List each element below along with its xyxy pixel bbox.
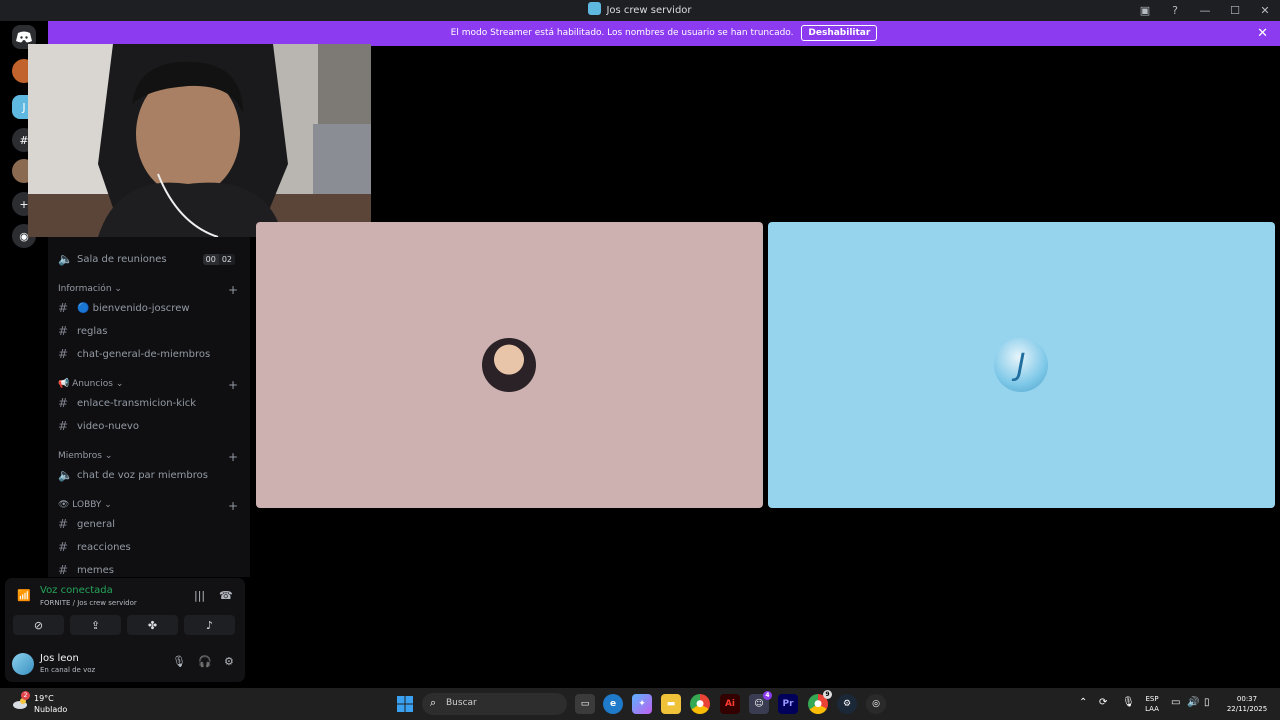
clock[interactable]: 00:37 22/11/2025 [1222, 694, 1272, 714]
copilot-icon[interactable]: ✦ [632, 694, 652, 714]
category-lobby[interactable]: 👁 LOBBY ⌄ + [58, 499, 238, 513]
category-informacion[interactable]: Información ⌄ + [58, 283, 238, 297]
volume-icon[interactable]: 🔊 [1187, 697, 1199, 708]
steam-icon[interactable]: ⚙ [837, 694, 857, 714]
hash-icon: # [58, 563, 69, 577]
maximize-button[interactable]: ☐ [1220, 0, 1250, 21]
participant-avatar-2: J [994, 338, 1048, 392]
camera-toggle-button[interactable]: ⊘ [13, 615, 64, 635]
settings-gear-icon[interactable]: ⚙ [224, 655, 234, 668]
banner-text: El modo Streamer está habilitado. Los no… [450, 28, 794, 38]
channel-reglas[interactable]: # reglas [58, 321, 243, 341]
sync-icon[interactable]: ⟳ [1099, 697, 1107, 708]
channel-chat-general[interactable]: # chat-general-de-miembros [58, 344, 243, 364]
weather-badge: 2 [21, 691, 30, 700]
discord-taskbar-icon[interactable]: ☺ 4 [749, 691, 772, 714]
microphone-icon[interactable]: 🎙 [172, 655, 186, 668]
hash-icon: # [58, 540, 69, 554]
chrome-icon[interactable]: ● [690, 694, 710, 714]
hash-icon: # [58, 396, 69, 410]
inbox-icon[interactable]: ▣ [1130, 0, 1160, 21]
taskbar-search[interactable]: ⌕ Buscar [422, 693, 567, 715]
streamer-mode-banner: El modo Streamer está habilitado. Los no… [48, 21, 1280, 46]
channel-list: 🔈 Sala de reuniones 00 02 Información ⌄ +… [48, 237, 250, 577]
speaker-icon: 🔈 [58, 252, 73, 266]
channel-general[interactable]: # general [58, 514, 243, 534]
avatar[interactable] [12, 653, 34, 675]
voice-location[interactable]: FORNITE / Jos crew servidor [40, 599, 137, 607]
soundboard-button[interactable]: ♪ [184, 615, 235, 635]
premiere-icon[interactable]: Pr [778, 694, 798, 714]
minimize-button[interactable]: — [1190, 0, 1220, 21]
chrome-profile-icon[interactable]: ● 9 [808, 690, 832, 714]
voice-panel: 📶 Voz conectada FORNITE / Jos crew servi… [5, 578, 245, 682]
activities-button[interactable]: ✤ [127, 615, 178, 635]
title-bar: Jos crew servidor ▣ ? — ☐ ✕ [0, 0, 1280, 21]
weather-temp: 19°C [34, 694, 54, 703]
battery-icon[interactable]: ▯ [1204, 697, 1210, 708]
channel-memes[interactable]: # memes [58, 560, 243, 580]
signal-icon: 📶 [17, 589, 31, 602]
clock-time: 00:37 [1236, 695, 1258, 703]
voice-channel-sala[interactable]: 🔈 Sala de reuniones 00 02 [58, 249, 243, 269]
disconnect-icon[interactable]: ☎ [219, 589, 233, 602]
weather-desc: Nublado [34, 705, 68, 714]
user-panel: Jos leon En canal de voz 🎙 🎧 ⚙ [12, 650, 242, 680]
search-icon: ⌕ [430, 696, 437, 709]
hash-icon: # [58, 419, 69, 433]
help-icon[interactable]: ? [1160, 0, 1190, 21]
taskbar: 2 19°C Nublado ⌕ Buscar ▭ e ✦ ▬ ● Ai ☺ 4… [0, 688, 1280, 720]
add-channel-icon[interactable]: + [228, 450, 238, 464]
channel-video-nuevo[interactable]: # video-nuevo [58, 416, 243, 436]
channel-reacciones[interactable]: # reacciones [58, 537, 243, 557]
illustrator-icon[interactable]: Ai [720, 694, 740, 714]
discord-badge: 4 [763, 691, 772, 700]
screen-share-button[interactable]: ⇪ [70, 615, 121, 635]
window-title: Jos crew servidor [606, 5, 692, 16]
edge-icon[interactable]: e [603, 694, 623, 714]
category-anuncios[interactable]: 📢 Anuncios ⌄ + [58, 378, 238, 392]
disable-streamer-button[interactable]: Deshabilitar [801, 25, 878, 41]
voice-counter: 00 02 [202, 253, 235, 265]
network-icon[interactable]: ▭ [1171, 697, 1180, 708]
hash-icon: # [58, 301, 69, 315]
clock-date: 22/11/2025 [1226, 705, 1268, 713]
language-indicator[interactable]: ESP LAA [1141, 694, 1163, 714]
headphones-icon[interactable]: 🎧 [198, 655, 212, 668]
voice-status: Voz conectada [40, 585, 113, 596]
hash-icon: # [58, 347, 69, 361]
user-status: En canal de voz [40, 666, 96, 674]
add-channel-icon[interactable]: + [228, 283, 238, 297]
participant-avatar-1 [482, 338, 536, 392]
webcam-overlay [28, 44, 371, 237]
add-channel-icon[interactable]: + [228, 378, 238, 392]
close-button[interactable]: ✕ [1250, 0, 1280, 21]
add-channel-icon[interactable]: + [228, 499, 238, 513]
channel-enlace-kick[interactable]: # enlace-transmicion-kick [58, 393, 243, 413]
voice-channel-miembros[interactable]: 🔈 chat de voz par miembros [58, 465, 243, 485]
close-banner-icon[interactable]: ✕ [1257, 21, 1268, 46]
file-explorer-icon[interactable]: ▬ [661, 694, 681, 714]
category-miembros[interactable]: Miembros ⌄ + [58, 450, 238, 464]
participant-tile-2[interactable]: J [768, 222, 1275, 508]
hash-icon: # [58, 324, 69, 338]
mic-tray-icon[interactable]: 🎙 [1122, 697, 1135, 708]
hash-icon: # [58, 517, 69, 531]
channel-bienvenido[interactable]: # 🔵 bienvenido-joscrew [58, 298, 243, 318]
task-view-icon[interactable]: ▭ [575, 694, 595, 714]
noise-suppression-icon[interactable]: ||| [194, 589, 205, 602]
speaker-icon: 🔈 [58, 468, 73, 482]
user-name: Jos leon [40, 653, 79, 664]
participant-tile-1[interactable] [256, 222, 763, 508]
chrome-badge: 9 [823, 690, 832, 699]
search-label: Buscar [446, 698, 477, 708]
windows-start-icon[interactable] [395, 694, 415, 714]
server-icon [588, 2, 602, 15]
obs-icon[interactable]: ◎ [866, 694, 886, 714]
chevron-up-icon[interactable]: ⌃ [1079, 697, 1087, 708]
